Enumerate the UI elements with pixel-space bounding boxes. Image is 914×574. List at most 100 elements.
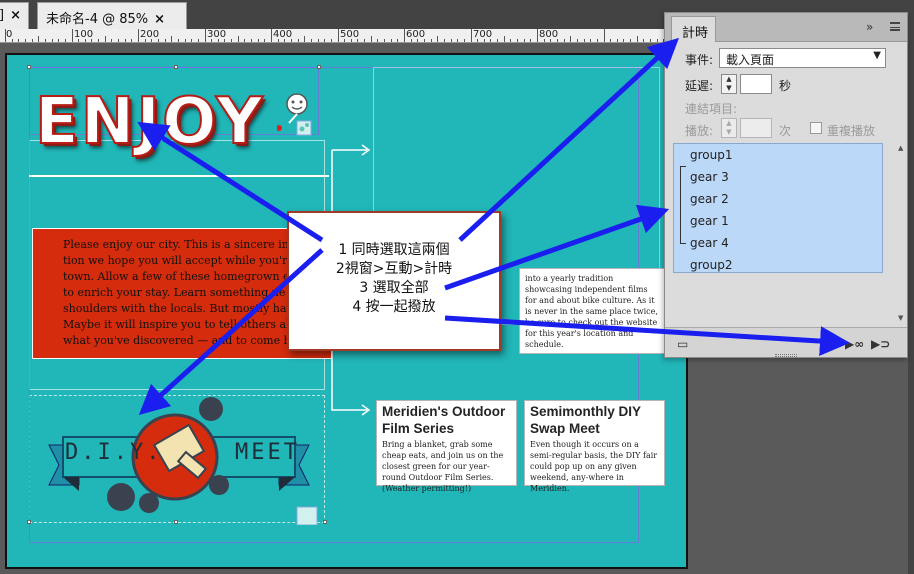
linked-items-label: 連結項目: (685, 102, 738, 116)
intro-line: Maybe it will inspire you to tell others… (63, 318, 307, 331)
ruler-label: 500 (340, 29, 360, 40)
event-dropdown[interactable]: 載入頁面 ▼ (719, 48, 886, 68)
list-item[interactable]: group1 (690, 148, 733, 162)
instruction-step: 1 同時選取這兩個 (338, 242, 450, 258)
intro-line: tion we hope you will accept while you'r… (63, 254, 301, 267)
play-stepper[interactable]: ▲ ▼ (721, 118, 737, 138)
instruction-step: 4 按一起撥放 (352, 299, 436, 315)
ruler-tick (231, 39, 233, 42)
list-item[interactable]: gear 2 (690, 192, 729, 206)
ruler-tick (337, 29, 339, 42)
ruler-tick (38, 36, 40, 42)
ruler-tick (191, 39, 193, 42)
ruler-tick (643, 39, 645, 42)
bike-film-card[interactable]: into a yearly tradition showcasing indep… (519, 268, 665, 354)
ruler-tick (370, 36, 372, 42)
scroll-down-icon[interactable]: ▼ (898, 314, 903, 322)
swap-meet-card[interactable]: Semimonthly DIY Swap Meet Even though it… (524, 400, 665, 493)
film-series-card[interactable]: Meridien's Outdoor Film Series Bring a b… (376, 400, 517, 493)
chevron-down-icon: ▼ (873, 50, 881, 61)
ruler-tick (111, 39, 113, 42)
scroll-up-icon[interactable]: ▲ (898, 144, 903, 152)
instruction-step: 3 選取全部 (359, 280, 429, 296)
panel-menu-icon[interactable] (890, 22, 900, 31)
ruler-label: 700 (473, 29, 493, 40)
repeat-checkbox[interactable] (810, 122, 822, 134)
ruler-tick (576, 39, 578, 42)
delay-stepper[interactable]: ▲ ▼ (721, 74, 737, 94)
ruler-tick (251, 39, 253, 42)
panel-header: 計時 » (665, 13, 907, 42)
list-item[interactable]: gear 4 (690, 236, 729, 250)
card-title: Meridien's Outdoor Film Series (382, 404, 506, 436)
ruler-tick (603, 29, 605, 42)
smiley-badge-icon (277, 93, 312, 136)
ruler-tick (596, 39, 598, 42)
selection-handle[interactable] (174, 65, 178, 69)
ruler-tick (118, 39, 120, 42)
ruler-tick (51, 39, 53, 42)
ruler-tick (310, 39, 312, 42)
ruler-tick (537, 29, 538, 42)
card-body: into a yearly tradition showcasing indep… (525, 274, 658, 349)
play-unit: 次 (779, 124, 792, 138)
list-item[interactable]: gear 1 (690, 214, 729, 228)
ruler-tick (404, 29, 405, 42)
event-value: 載入頁面 (726, 53, 775, 67)
collapse-icon[interactable]: » (866, 20, 873, 34)
tab-timing[interactable]: 計時 (671, 16, 716, 42)
ruler-tick (636, 36, 638, 42)
ruler-tick (656, 39, 658, 42)
ruler-tick (457, 39, 459, 42)
ruler-label: 200 (140, 29, 160, 40)
tab-close-icon[interactable]: × (10, 8, 21, 23)
preview-spread-icon[interactable]: ▭ (677, 337, 688, 351)
selection-handle[interactable] (317, 65, 321, 69)
horizontal-ruler[interactable]: 0 100 200 300 400 500 600 700 800 (0, 29, 670, 43)
ruler-tick (177, 39, 179, 42)
tab-close-icon[interactable]: × (154, 12, 165, 27)
ruler-tick (64, 39, 66, 42)
ruler-label: 400 (273, 29, 293, 40)
ruler-tick (184, 39, 186, 42)
panel-footer: ▭ ▶∞ ▶⊃ (665, 327, 907, 357)
ruler-tick (463, 39, 465, 42)
banner-left-text: D.I.Y. (65, 440, 163, 465)
list-item[interactable]: gear 3 (690, 170, 729, 184)
play-count-input[interactable] (740, 118, 772, 138)
tab-label: ] (0, 8, 4, 23)
intro-line: town. Allow a few of these homegrown eve (63, 270, 303, 283)
delay-input[interactable] (740, 74, 772, 94)
timing-panel[interactable]: 計時 » 事件: 載入頁面 ▼ 延遲: ▲ ▼ 秒 連結項目: 播放: ▲ ▼ 次 … (664, 12, 908, 358)
card-title: Semimonthly DIY Swap Meet (530, 404, 641, 436)
play-together-icon[interactable]: ▶∞ (845, 337, 864, 351)
enjoy-headline[interactable]: ENJOY (34, 84, 265, 160)
play-separately-icon[interactable]: ▶⊃ (871, 337, 890, 351)
ruler-tick (397, 39, 399, 42)
ruler-tick (257, 39, 259, 42)
resize-grip[interactable] (775, 354, 797, 357)
list-item[interactable]: group2 (690, 258, 733, 272)
ruler-label: 800 (539, 29, 559, 40)
ruler-tick (590, 39, 592, 42)
intro-line: shoulders with the locals. But mostly ha… (63, 302, 300, 315)
ruler-tick (297, 39, 299, 42)
event-label: 事件: (685, 53, 714, 67)
ruler-tick (437, 36, 439, 42)
ruler-tick (237, 36, 239, 42)
ruler-tick (171, 36, 173, 42)
ruler-tick (530, 39, 532, 42)
ruler-tick (18, 39, 20, 42)
play-label: 播放: (685, 124, 714, 138)
ruler-tick (364, 39, 366, 42)
ruler-tick (377, 39, 379, 42)
instruction-step: 2視窗>互動>計時 (335, 261, 453, 277)
tab-previous-document[interactable]: ]× (0, 2, 29, 29)
ruler-tick (570, 36, 572, 42)
timing-item-list[interactable]: group1 gear 3 gear 2 gear 1 gear 4 group… (673, 143, 883, 273)
ruler-tick (304, 36, 306, 42)
selection-handle[interactable] (27, 65, 31, 69)
ruler-tick (503, 36, 505, 42)
instruction-callout: 1 同時選取這兩個 2視窗>互動>計時 3 選取全部 4 按一起撥放 (287, 211, 501, 351)
tab-current-document[interactable]: 未命名-4 @ 85% × (37, 2, 187, 29)
